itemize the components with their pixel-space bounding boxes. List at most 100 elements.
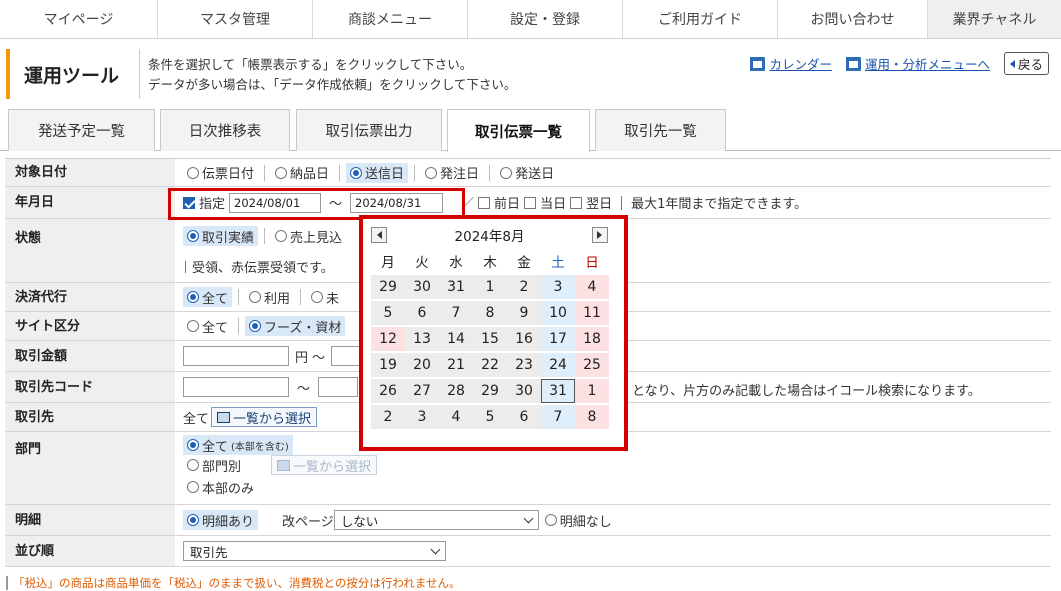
date-from-input[interactable]: 2024/08/01 (229, 192, 322, 213)
radio-slip-date[interactable]: 伝票日付 (183, 163, 258, 183)
calendar-day[interactable]: 6 (507, 405, 541, 429)
radio-site-all[interactable]: 全て (183, 316, 232, 336)
radio-settle-unused[interactable]: 未 (307, 287, 343, 307)
tab-partner-list[interactable]: 取引先一覧 (595, 109, 726, 151)
amount-from-input[interactable] (183, 346, 289, 366)
tab-slip-output[interactable]: 取引伝票出力 (296, 109, 442, 151)
tab-shipping-schedule[interactable]: 発送予定一覧 (8, 109, 155, 151)
calendar-day[interactable]: 13 (405, 327, 439, 351)
radio-dept-hq[interactable]: 本部のみ (183, 477, 258, 497)
back-button[interactable]: 戻る (1003, 52, 1049, 75)
radio-icon (187, 320, 199, 332)
nav-negotiation[interactable]: 商談メニュー (313, 0, 468, 38)
calendar-day[interactable]: 9 (507, 301, 541, 325)
calendar-day[interactable]: 8 (575, 405, 609, 429)
calendar-day[interactable]: 16 (507, 327, 541, 351)
tab-slip-list[interactable]: 取引伝票一覧 (447, 109, 590, 152)
radio-delivery-date[interactable]: 納品日 (271, 163, 333, 183)
radio-order-date[interactable]: 発注日 (421, 163, 483, 183)
partner-select-button[interactable]: 一覧から選択 (211, 407, 318, 427)
prev-month-button[interactable] (371, 227, 387, 243)
nav-guide[interactable]: ご利用ガイド (623, 0, 778, 38)
calendar-day[interactable]: 3 (541, 275, 575, 299)
sort-label: 並び順 (5, 536, 175, 566)
today-checkbox[interactable] (524, 196, 537, 209)
next-day-checkbox[interactable] (570, 196, 583, 209)
prev-day-checkbox[interactable] (478, 196, 491, 209)
status-label: 状態 (5, 219, 175, 282)
calendar-day[interactable]: 30 (405, 275, 439, 299)
date-to-input[interactable]: 2024/08/31 (350, 192, 444, 213)
partner-select-label: 一覧から選択 (233, 411, 312, 427)
partner-code-note: となり、片方のみ記載した場合はイコール検索になります。 (632, 384, 981, 399)
calendar-day[interactable]: 5 (473, 405, 507, 429)
calendar-day[interactable]: 10 (541, 301, 575, 325)
calendar-day[interactable]: 4 (439, 405, 473, 429)
nav-settings[interactable]: 設定・登録 (468, 0, 623, 38)
calendar-day[interactable]: 3 (405, 405, 439, 429)
radio-detail-off[interactable]: 明細なし (541, 510, 616, 530)
calendar-day[interactable]: 27 (405, 379, 439, 403)
calendar-day[interactable]: 4 (575, 275, 609, 299)
sort-select[interactable]: 取引先 (183, 541, 446, 561)
divider (414, 164, 416, 181)
calendar-day[interactable]: 29 (371, 275, 405, 299)
radio-dept-all[interactable]: 全て (本部を含む) (183, 435, 293, 455)
calendar-day[interactable]: 15 (473, 327, 507, 351)
calendar-day[interactable]: 19 (371, 353, 405, 377)
radio-send-date[interactable]: 送信日 (346, 162, 409, 183)
radio-forecast[interactable]: 売上見込 (271, 226, 346, 246)
calendar-day[interactable]: 12 (371, 327, 405, 351)
calendar-month-title: 2024年8月 (454, 229, 525, 245)
calendar-day[interactable]: 31 (541, 379, 575, 403)
partner-code-from-input[interactable] (183, 377, 289, 397)
radio-settle-use[interactable]: 利用 (245, 287, 294, 307)
calendar-day[interactable]: 22 (473, 353, 507, 377)
calendar-day[interactable]: 14 (439, 327, 473, 351)
radio-actual[interactable]: 取引実績 (183, 226, 259, 246)
calendar-day[interactable]: 6 (405, 301, 439, 325)
calendar-day[interactable]: 7 (439, 301, 473, 325)
calendar-day[interactable]: 30 (507, 379, 541, 403)
dept-select-button[interactable]: 一覧から選択 (271, 455, 378, 475)
calendar-day[interactable]: 1 (575, 379, 609, 403)
nav-channel[interactable]: 業界チャネル (928, 0, 1061, 38)
calendar-day[interactable]: 2 (507, 275, 541, 299)
nav-master[interactable]: マスタ管理 (158, 0, 313, 38)
calendar-day[interactable]: 31 (439, 275, 473, 299)
calendar-day[interactable]: 24 (541, 353, 575, 377)
calendar-day[interactable]: 26 (371, 379, 405, 403)
calendar-day[interactable]: 7 (541, 405, 575, 429)
partner-code-to-input[interactable] (318, 377, 359, 397)
calendar-day[interactable]: 8 (473, 301, 507, 325)
page-break-select[interactable]: しない (333, 510, 539, 530)
tab-daily-trend[interactable]: 日次推移表 (160, 109, 290, 151)
radio-dept-each[interactable]: 部門別 (183, 455, 245, 475)
calendar-day[interactable]: 2 (371, 405, 405, 429)
calendar-day[interactable]: 1 (473, 275, 507, 299)
analysis-menu-link[interactable]: 運用・分析メニューへ (845, 54, 990, 73)
calendar-day[interactable]: 21 (439, 353, 473, 377)
calendar-day[interactable]: 25 (575, 353, 609, 377)
calendar-day[interactable]: 17 (541, 327, 575, 351)
next-day-label: 翌日 (586, 197, 613, 212)
calendar-day[interactable]: 29 (473, 379, 507, 403)
specify-checkbox[interactable] (183, 196, 195, 209)
calendar-day[interactable]: 28 (439, 379, 473, 403)
next-month-button[interactable] (591, 227, 608, 243)
radio-ship-date[interactable]: 発送日 (496, 163, 558, 183)
radio-settle-all[interactable]: 全て (183, 287, 233, 307)
nav-mypage[interactable]: マイページ (0, 0, 158, 38)
calendar-day[interactable]: 11 (575, 301, 609, 325)
amount-to-input[interactable] (331, 346, 362, 366)
calendar-link[interactable]: カレンダー (750, 54, 832, 73)
nav-contact[interactable]: お問い合わせ (778, 0, 928, 38)
calendar-day[interactable]: 20 (405, 353, 439, 377)
menu-list-icon (845, 56, 861, 71)
calendar-day[interactable]: 5 (371, 301, 405, 325)
radio-site-foods[interactable]: フーズ・資材 (245, 316, 346, 336)
radio-label: 売上見込 (290, 230, 343, 246)
radio-detail-on[interactable]: 明細あり (183, 510, 259, 530)
calendar-day[interactable]: 23 (507, 353, 541, 377)
calendar-day[interactable]: 18 (575, 327, 609, 351)
